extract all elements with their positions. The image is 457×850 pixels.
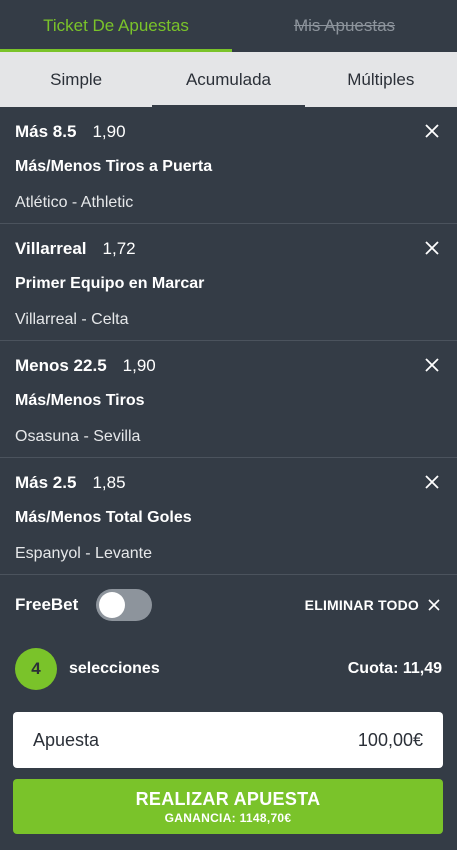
bet-market: Primer Equipo en Marcar [15,275,205,292]
bet-market: Más/Menos Total Goles [15,509,192,526]
place-bet-button[interactable]: REALIZAR APUESTA GANANCIA: 1148,70€ [13,779,443,834]
bet-type-tabs: Simple Acumulada Múltiples [0,52,457,107]
bet-pick: Menos 22.5 [15,356,107,375]
bet-pick: Más 8.5 [15,122,77,141]
freebet-toggle[interactable] [96,589,152,621]
close-icon[interactable] [423,239,441,257]
bet-pick-line: Más 8.5 1,90 [15,122,126,142]
bet-pick-line: Villarreal 1,72 [15,239,136,259]
selections-summary: 4 selecciones Cuota: 11,49 [0,645,457,693]
bet-selection: Más 2.5 1,85 Más/Menos Total Goles Espan… [0,459,457,575]
tab-simple[interactable]: Simple [0,52,152,107]
stake-input[interactable]: Apuesta 100,00€ [13,712,443,768]
bet-market: Más/Menos Tiros a Puerta [15,158,213,175]
stake-label: Apuesta [33,730,100,750]
bet-odds: 1,90 [92,122,126,141]
place-bet-label: REALIZAR APUESTA [135,788,321,809]
toggle-knob [99,592,125,618]
bet-odds: 1,90 [122,356,156,375]
freebet-row: FreeBet ELIMINAR TODO [0,580,457,630]
total-odds: Cuota: 11,49 [347,660,442,677]
bet-odds: 1,72 [102,239,136,258]
bet-match: Osasuna - Sevilla [15,428,141,445]
selections-label: selecciones [69,660,160,677]
tab-acumulada[interactable]: Acumulada [152,52,305,107]
tab-mis-apuestas[interactable]: Mis Apuestas [232,0,457,52]
bet-selection: Menos 22.5 1,90 Más/Menos Tiros Osasuna … [0,342,457,458]
bet-pick: Villarreal [15,239,87,258]
tab-ticket-de-apuestas[interactable]: Ticket De Apuestas [0,0,232,52]
bet-market: Más/Menos Tiros [15,392,145,409]
close-icon[interactable] [423,122,441,140]
potential-winnings: GANANCIA: 1148,70€ [164,810,292,825]
bet-selection: Villarreal 1,72 Primer Equipo en Marcar … [0,225,457,341]
bet-pick: Más 2.5 [15,473,77,492]
bet-selection: Más 8.5 1,90 Más/Menos Tiros a Puerta At… [0,108,457,224]
selections-count-badge: 4 [15,648,57,690]
bet-match: Espanyol - Levante [15,545,152,562]
stake-value: 100,00€ [357,730,423,750]
freebet-label: FreeBet [15,595,79,614]
close-icon[interactable] [423,356,441,374]
close-icon [428,599,440,611]
clear-all-button[interactable]: ELIMINAR TODO [305,597,441,613]
bet-match: Villarreal - Celta [15,311,129,328]
top-tabs: Ticket De Apuestas Mis Apuestas [0,0,457,52]
bet-match: Atlético - Athletic [15,194,134,211]
close-icon[interactable] [423,473,441,491]
bet-pick-line: Más 2.5 1,85 [15,473,126,493]
tab-multiples[interactable]: Múltiples [305,52,457,107]
bet-pick-line: Menos 22.5 1,90 [15,356,156,376]
clear-all-label: ELIMINAR TODO [304,597,419,613]
bet-odds: 1,85 [92,473,126,492]
